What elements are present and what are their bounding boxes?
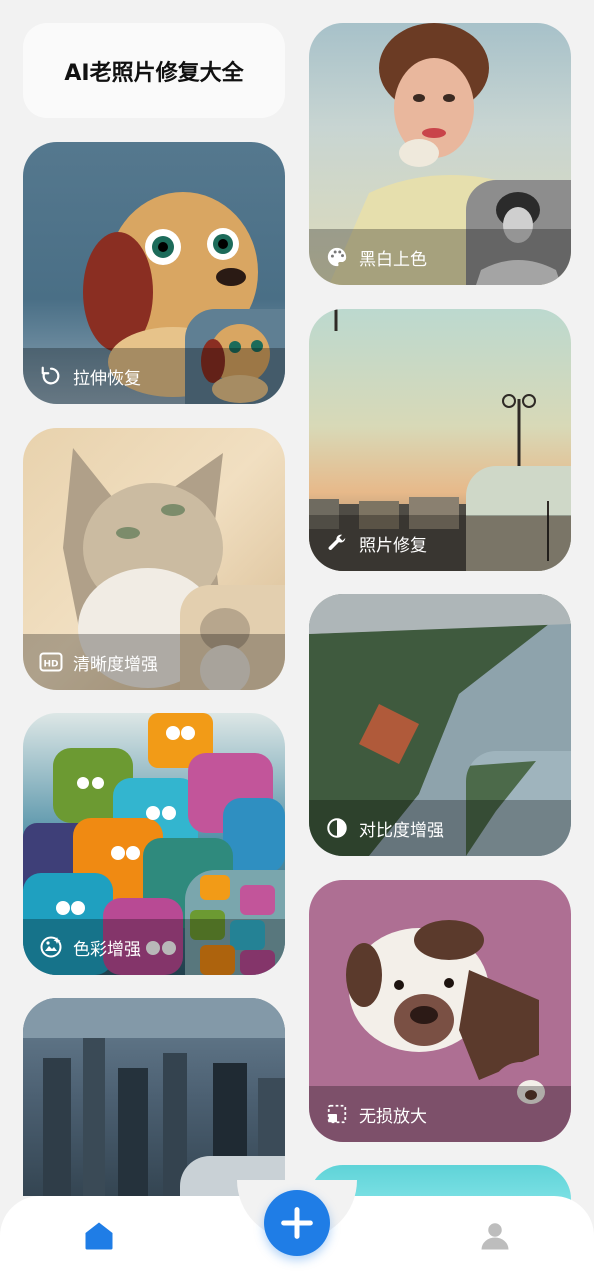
enlarge-icon bbox=[325, 1102, 349, 1126]
feature-card-stretch-restore[interactable]: 拉伸恢复 bbox=[23, 142, 285, 404]
page-title: AI老照片修复大全 bbox=[64, 60, 244, 86]
feature-label-bar: 照片修复 bbox=[309, 515, 571, 571]
color-enhance-icon bbox=[39, 935, 63, 959]
feature-label: 无损放大 bbox=[359, 1106, 427, 1127]
palette-icon bbox=[325, 245, 349, 269]
feature-label: 照片修复 bbox=[359, 535, 427, 556]
hd-icon: HD bbox=[39, 650, 63, 674]
page-title-card: AI老照片修复大全 bbox=[23, 23, 285, 118]
rotate-restore-icon bbox=[39, 364, 63, 388]
feature-label: 色彩增强 bbox=[73, 939, 141, 960]
feature-card-clarity-enhance[interactable]: HD 清晰度增强 bbox=[23, 428, 285, 690]
add-button[interactable] bbox=[264, 1190, 330, 1256]
plus-icon bbox=[281, 1207, 313, 1239]
feature-label-bar: 对比度增强 bbox=[309, 800, 571, 856]
contrast-icon bbox=[325, 816, 349, 840]
feature-label: 黑白上色 bbox=[359, 249, 427, 270]
feature-label: 拉伸恢复 bbox=[73, 368, 141, 389]
feature-label: 清晰度增强 bbox=[73, 654, 158, 675]
feature-card-lossless-enlarge[interactable]: 无损放大 bbox=[309, 880, 571, 1142]
feature-card-partial[interactable] bbox=[23, 998, 285, 1196]
svg-text:HD: HD bbox=[43, 660, 58, 670]
feature-card-colorize[interactable]: 黑白上色 bbox=[309, 23, 571, 285]
feature-card-photo-repair[interactable]: 照片修复 bbox=[309, 309, 571, 571]
wrench-icon bbox=[325, 531, 349, 555]
feature-label-bar: 拉伸恢复 bbox=[23, 348, 285, 404]
feature-label-bar: 色彩增强 bbox=[23, 919, 285, 975]
feature-card-color-enhance[interactable]: 色彩增强 bbox=[23, 713, 285, 975]
feature-label: 对比度增强 bbox=[359, 820, 444, 841]
tab-profile[interactable] bbox=[477, 1218, 513, 1254]
feature-label-bar: HD 清晰度增强 bbox=[23, 634, 285, 690]
tab-home[interactable] bbox=[81, 1218, 117, 1254]
user-icon bbox=[481, 1223, 509, 1250]
feature-label-bar: 无损放大 bbox=[309, 1086, 571, 1142]
feature-label-bar: 黑白上色 bbox=[309, 229, 571, 285]
feature-card-contrast-enhance[interactable]: 对比度增强 bbox=[309, 594, 571, 856]
home-icon bbox=[85, 1222, 113, 1250]
